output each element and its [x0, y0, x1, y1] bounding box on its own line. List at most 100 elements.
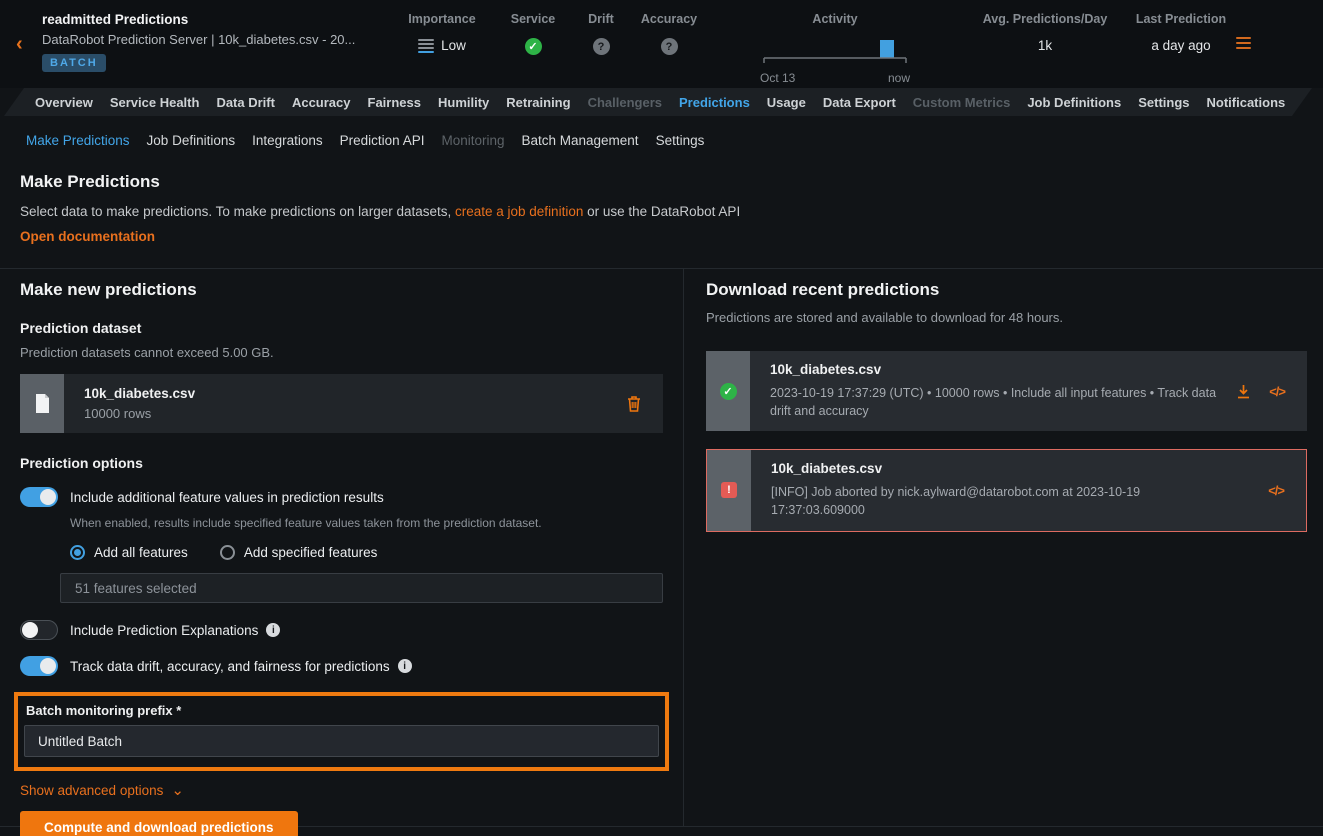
tab-fairness[interactable]: Fairness: [368, 95, 421, 110]
radio-add-specified-label: Add specified features: [244, 545, 378, 560]
info-icon[interactable]: i: [266, 623, 280, 637]
radio-add-all-label: Add all features: [94, 545, 188, 560]
subtab-settings[interactable]: Settings: [656, 133, 705, 148]
create-job-definition-link[interactable]: create a job definition: [455, 204, 583, 219]
prediction-explanations-toggle[interactable]: [20, 620, 58, 640]
result-file-name: 10k_diabetes.csv: [771, 461, 1254, 476]
activity-end-label: now: [888, 71, 910, 85]
service-ok-icon: ✓: [525, 38, 542, 55]
result-meta: [INFO] Job aborted by nick.aylward@datar…: [771, 483, 1231, 519]
deployment-title-block: readmitted Predictions DataRobot Predict…: [42, 12, 355, 72]
radio-selected-icon: [70, 545, 85, 560]
file-name: 10k_diabetes.csv: [84, 386, 627, 401]
subtab-integrations[interactable]: Integrations: [252, 133, 323, 148]
track-drift-toggle[interactable]: [20, 656, 58, 676]
description-text: Select data to make predictions. To make…: [20, 204, 455, 219]
back-icon[interactable]: ‹: [16, 34, 23, 54]
drift-unknown-icon: ?: [593, 38, 610, 55]
tab-accuracy[interactable]: Accuracy: [292, 95, 351, 110]
importance-label: Importance: [402, 12, 482, 26]
compute-download-button[interactable]: Compute and download predictions: [20, 811, 298, 836]
file-row-count: 10000 rows: [84, 406, 627, 421]
file-card-stripe: [20, 374, 64, 433]
batch-prefix-label: Batch monitoring prefix *: [26, 703, 659, 718]
predictions-subnav: Make Predictions Job Definitions Integra…: [0, 116, 1323, 162]
tab-data-export[interactable]: Data Export: [823, 95, 896, 110]
include-features-label: Include additional feature values in pre…: [70, 490, 384, 505]
activity-label: Activity: [760, 12, 910, 26]
make-new-predictions-title: Make new predictions: [20, 280, 663, 300]
tab-notifications[interactable]: Notifications: [1207, 95, 1286, 110]
accuracy-label: Accuracy: [640, 12, 698, 26]
activity-sparkline: Oct 13 now: [760, 38, 910, 85]
subtab-batch-management[interactable]: Batch Management: [521, 133, 638, 148]
tab-custom-metrics: Custom Metrics: [913, 95, 1011, 110]
tab-job-definitions[interactable]: Job Definitions: [1027, 95, 1121, 110]
tab-retraining[interactable]: Retraining: [506, 95, 570, 110]
tab-data-drift[interactable]: Data Drift: [216, 95, 275, 110]
prediction-dataset-heading: Prediction dataset: [20, 320, 663, 336]
page-description: Select data to make predictions. To make…: [20, 204, 1303, 219]
hamburger-menu-icon[interactable]: [1236, 37, 1251, 49]
tab-humility[interactable]: Humility: [438, 95, 489, 110]
radio-add-all-features[interactable]: Add all features: [70, 545, 188, 560]
error-icon: !: [721, 482, 737, 498]
prediction-result-card: ✓ 10k_diabetes.csv 2023-10-19 17:37:29 (…: [706, 351, 1307, 431]
description-text-after: or use the DataRobot API: [583, 204, 740, 219]
last-prediction-label: Last Prediction: [1133, 12, 1229, 26]
service-label: Service: [508, 12, 558, 26]
deployment-title: readmitted Predictions: [42, 12, 355, 27]
track-drift-label: Track data drift, accuracy, and fairness…: [70, 659, 390, 674]
download-predictions-subtitle: Predictions are stored and available to …: [706, 310, 1307, 325]
open-documentation-link[interactable]: Open documentation: [20, 229, 155, 244]
download-predictions-panel: Download recent predictions Predictions …: [684, 269, 1323, 826]
activity-start-label: Oct 13: [760, 71, 795, 85]
tab-predictions[interactable]: Predictions: [679, 95, 750, 110]
importance-bars-icon: [418, 39, 434, 53]
tab-overview[interactable]: Overview: [35, 95, 93, 110]
batch-prefix-input[interactable]: [24, 725, 659, 757]
deployment-tabs: Overview Service Health Data Drift Accur…: [0, 88, 1323, 116]
feature-mode-radios: Add all features Add specified features: [70, 545, 663, 560]
content-columns: Make new predictions Prediction dataset …: [0, 268, 1323, 827]
stat-drift: Drift ?: [582, 12, 620, 55]
advanced-options-label: Show advanced options: [20, 783, 163, 798]
importance-value: Low: [441, 38, 466, 53]
batch-prefix-highlight-box: Batch monitoring prefix *: [14, 692, 669, 771]
view-code-icon[interactable]: </>: [1268, 483, 1284, 498]
info-icon[interactable]: i: [398, 659, 412, 673]
result-meta: 2023-10-19 17:37:29 (UTC) • 10000 rows •…: [770, 384, 1222, 420]
include-features-toggle[interactable]: [20, 487, 58, 507]
features-selected-field[interactable]: 51 features selected: [60, 573, 663, 603]
avg-predictions-label: Avg. Predictions/Day: [960, 12, 1130, 26]
download-icon[interactable]: [1236, 384, 1251, 399]
file-card-body: 10k_diabetes.csv 10000 rows: [64, 374, 627, 433]
delete-dataset-icon[interactable]: [627, 396, 641, 412]
view-code-icon[interactable]: </>: [1269, 384, 1285, 399]
tab-service-health[interactable]: Service Health: [110, 95, 200, 110]
tab-settings[interactable]: Settings: [1138, 95, 1189, 110]
subtab-prediction-api[interactable]: Prediction API: [340, 133, 425, 148]
show-advanced-options-link[interactable]: Show advanced options ⌄: [20, 783, 663, 798]
include-features-hint: When enabled, results include specified …: [70, 516, 663, 530]
radio-add-specified-features[interactable]: Add specified features: [220, 545, 378, 560]
batch-badge: BATCH: [42, 54, 106, 72]
stat-importance: Importance Low: [402, 12, 482, 53]
result-status-stripe: !: [707, 450, 751, 530]
accuracy-unknown-icon: ?: [661, 38, 678, 55]
drift-label: Drift: [582, 12, 620, 26]
subtab-monitoring: Monitoring: [441, 133, 504, 148]
page-title: Make Predictions: [20, 172, 1303, 192]
dataset-size-hint: Prediction datasets cannot exceed 5.00 G…: [20, 345, 663, 360]
result-file-name: 10k_diabetes.csv: [770, 362, 1222, 377]
prediction-options-heading: Prediction options: [20, 455, 663, 471]
chevron-down-icon: ⌄: [171, 786, 184, 796]
make-new-predictions-panel: Make new predictions Prediction dataset …: [0, 269, 684, 826]
last-prediction-value: a day ago: [1133, 38, 1229, 53]
subtab-job-definitions[interactable]: Job Definitions: [147, 133, 236, 148]
dataset-file-card: 10k_diabetes.csv 10000 rows: [20, 374, 663, 433]
tab-challengers: Challengers: [588, 95, 662, 110]
success-check-icon: ✓: [720, 383, 737, 400]
tab-usage[interactable]: Usage: [767, 95, 806, 110]
subtab-make-predictions[interactable]: Make Predictions: [26, 133, 130, 148]
